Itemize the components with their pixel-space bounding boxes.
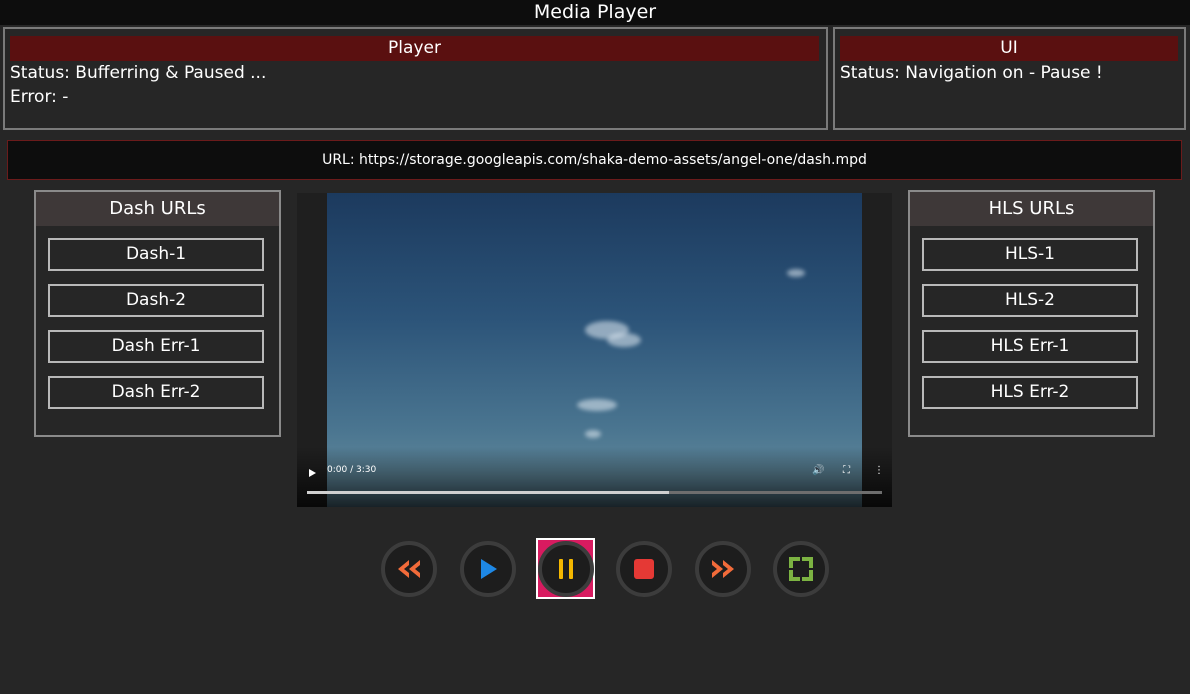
dash-1-button[interactable]: Dash-1 [48,238,264,271]
video-player[interactable]: 0:00 / 3:30 🔊 ⛶ ⋮ [297,193,892,507]
ui-panel-title: UI [840,36,1178,61]
video-play-icon[interactable] [309,469,316,477]
hls-url-list: HLS URLs HLS-1 HLS-2 HLS Err-1 HLS Err-2 [908,190,1155,437]
hls-list-title: HLS URLs [910,192,1153,226]
hls-2-button[interactable]: HLS-2 [922,284,1138,317]
dash-err-1-button[interactable]: Dash Err-1 [48,330,264,363]
cloud-shape [787,269,805,277]
video-controls: 0:00 / 3:30 🔊 ⛶ ⋮ [297,447,892,507]
fast-forward-button[interactable] [695,541,751,597]
rewind-icon [398,560,420,578]
rewind-button[interactable] [381,541,437,597]
stop-icon [634,559,654,579]
play-button[interactable] [460,541,516,597]
dash-url-list: Dash URLs Dash-1 Dash-2 Dash Err-1 Dash … [34,190,281,437]
play-icon [481,559,497,579]
cloud-shape [577,399,617,411]
stop-button[interactable] [616,541,672,597]
app-title: Media Player [0,0,1190,25]
hls-err-1-button[interactable]: HLS Err-1 [922,330,1138,363]
url-bar: URL: https://storage.googleapis.com/shak… [7,140,1182,180]
video-progress-bar[interactable] [307,491,882,494]
dash-err-2-button[interactable]: Dash Err-2 [48,376,264,409]
player-panel: Player Status: Bufferring & Paused ... E… [3,27,828,130]
player-panel-title: Player [10,36,819,61]
volume-icon[interactable]: 🔊 [812,465,824,476]
dash-list-title: Dash URLs [36,192,279,226]
video-time: 0:00 / 3:30 [327,465,377,475]
video-buffered-bar [307,491,670,494]
player-status: Status: Bufferring & Paused ... [10,63,267,83]
pause-button[interactable] [538,541,594,597]
fullscreen-icon [789,557,813,581]
pause-icon [559,559,573,579]
cloud-shape [585,430,601,438]
ui-panel: UI Status: Navigation on - Pause ! [833,27,1186,130]
cloud-shape [607,333,641,347]
ui-status: Status: Navigation on - Pause ! [840,63,1103,83]
hls-err-2-button[interactable]: HLS Err-2 [922,376,1138,409]
hls-1-button[interactable]: HLS-1 [922,238,1138,271]
more-options-icon[interactable]: ⋮ [874,465,884,476]
player-error: Error: - [10,87,69,107]
fullscreen-button[interactable] [773,541,829,597]
fast-forward-icon [712,560,734,578]
video-fullscreen-icon[interactable]: ⛶ [843,465,850,476]
dash-2-button[interactable]: Dash-2 [48,284,264,317]
